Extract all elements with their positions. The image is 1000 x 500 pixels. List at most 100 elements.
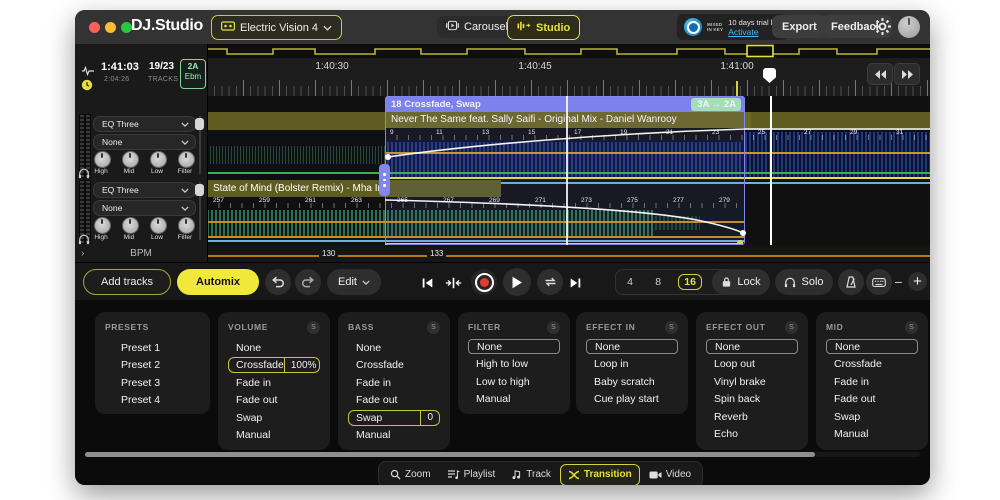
minimize-window-button[interactable] (105, 22, 116, 33)
timeline-lanes[interactable]: 18 Crossfade, Swap 3A → 2A Never The Sam… (207, 96, 930, 245)
filter-high-to-low-item[interactable]: High to low (468, 355, 560, 373)
timeline-ruler[interactable]: 1:40:30 1:40:45 1:41:00 (207, 58, 930, 97)
volume-fade-in-item[interactable]: Fade in (228, 374, 320, 392)
fade-out-curve[interactable] (385, 200, 743, 233)
lock-button[interactable]: Lock (712, 269, 770, 295)
effect-in-baby-scratch-item[interactable]: Baby scratch (586, 373, 678, 391)
fade-out-end-node[interactable] (740, 230, 746, 236)
tab-transition[interactable]: Transition (560, 464, 640, 486)
fade-curves[interactable] (207, 96, 930, 245)
skip-to-end-button[interactable] (569, 276, 582, 294)
preset-2-item[interactable]: Preset 2 (105, 357, 200, 375)
mid-swap-item[interactable]: Swap (826, 408, 918, 426)
solo-badge[interactable]: S (905, 321, 918, 334)
solo-badge[interactable]: S (665, 321, 678, 334)
skip-to-start-button[interactable] (421, 276, 434, 294)
metronome-button[interactable] (838, 269, 864, 295)
solo-button[interactable]: Solo (775, 269, 833, 295)
fade-in-curve[interactable] (388, 129, 930, 157)
mid-crossfade-item[interactable]: Crossfade (826, 355, 918, 373)
loop-option-4[interactable]: 4 (622, 275, 638, 289)
studio-button[interactable]: Studio (507, 15, 580, 40)
fast-forward-button[interactable] (894, 63, 920, 85)
solo-badge[interactable]: S (427, 321, 440, 334)
effect-out-spin-back-item[interactable]: Spin back (706, 390, 798, 408)
add-tracks-button[interactable]: Add tracks (83, 269, 171, 295)
redo-button[interactable] (295, 269, 321, 295)
tab-playlist[interactable]: Playlist (440, 465, 503, 485)
tab-track[interactable]: Track (504, 465, 558, 485)
preset-4-item[interactable]: Preset 4 (105, 392, 200, 410)
loop-toggle-button[interactable] (537, 269, 563, 295)
deck-b-filter-knob[interactable] (178, 217, 195, 234)
bpm-lane[interactable]: 130 133 (207, 248, 930, 262)
tab-video[interactable]: Video (642, 465, 698, 485)
mid-fade-out-item[interactable]: Fade out (826, 390, 918, 408)
panel-scrollbar-track[interactable] (85, 452, 920, 457)
undo-button[interactable] (265, 269, 291, 295)
volume-manual-item[interactable]: Manual (228, 427, 320, 445)
bass-swap-value[interactable]: 0 (420, 411, 439, 425)
effect-out-reverb-item[interactable]: Reverb (706, 408, 798, 426)
split-at-playhead-button[interactable] (445, 276, 462, 294)
deck-a-low-knob[interactable] (150, 151, 167, 168)
loop-option-16[interactable]: 16 (678, 274, 702, 290)
minimap-viewport-bracket[interactable] (747, 46, 773, 57)
volume-crossfade-item[interactable]: Crossfade100% (228, 357, 320, 373)
playhead-line[interactable] (770, 96, 772, 245)
export-button[interactable]: Export (772, 15, 827, 38)
effect-in-cue-play-start-item[interactable]: Cue play start (586, 390, 678, 408)
preset-3-item[interactable]: Preset 3 (105, 374, 200, 392)
volume-swap-item[interactable]: Swap (228, 409, 320, 427)
filter-manual-item[interactable]: Manual (468, 390, 560, 408)
volume-fade-out-item[interactable]: Fade out (228, 392, 320, 410)
close-window-button[interactable] (89, 22, 100, 33)
fade-in-start-node[interactable] (385, 154, 391, 160)
deck-a-eq-select[interactable]: EQ Three (93, 116, 196, 132)
keyboard-shortcuts-button[interactable] (866, 269, 892, 295)
deck-b-volume-handle[interactable] (195, 184, 204, 196)
play-button[interactable] (503, 268, 531, 296)
mid-none-item[interactable]: None (826, 339, 918, 354)
bass-fade-out-item[interactable]: Fade out (348, 392, 440, 410)
effect-out-vinyl-brake-item[interactable]: Vinyl brake (706, 373, 798, 391)
automix-button[interactable]: Automix (177, 269, 259, 295)
bass-swap-item[interactable]: Swap0 (348, 410, 440, 426)
deck-a-high-knob[interactable] (94, 151, 111, 168)
rewind-button[interactable] (867, 63, 893, 85)
deck-a-volume-handle[interactable] (195, 118, 204, 130)
carousel-button[interactable]: Carousel (437, 16, 517, 38)
record-button[interactable] (471, 269, 497, 295)
deck-b-effect-select[interactable]: None (93, 200, 196, 216)
preset-1-item[interactable]: Preset 1 (105, 339, 200, 357)
mid-fade-in-item[interactable]: Fade in (826, 373, 918, 391)
volume-crossfade-value[interactable]: 100% (284, 358, 323, 372)
solo-badge[interactable]: S (785, 321, 798, 334)
deck-b-mid-knob[interactable] (122, 217, 139, 234)
bass-crossfade-item[interactable]: Crossfade (348, 357, 440, 375)
solo-badge[interactable]: S (307, 321, 320, 334)
bass-manual-item[interactable]: Manual (348, 427, 440, 445)
deck-a-effect-select[interactable]: None (93, 134, 196, 150)
effect-out-echo-item[interactable]: Echo (706, 425, 798, 443)
deck-a-filter-knob[interactable] (178, 151, 195, 168)
deck-b-eq-select[interactable]: EQ Three (93, 182, 196, 198)
edit-menu-button[interactable]: Edit (327, 269, 381, 295)
volume-none-item[interactable]: None (228, 339, 320, 357)
project-selector[interactable]: Electric Vision 4 (211, 15, 342, 40)
deck-b-low-knob[interactable] (150, 217, 167, 234)
bass-fade-in-item[interactable]: Fade in (348, 374, 440, 392)
effect-out-none-item[interactable]: None (706, 339, 798, 354)
user-avatar[interactable] (898, 16, 920, 38)
zoom-in-button[interactable]: + (908, 272, 927, 291)
settings-gear-icon[interactable] (873, 17, 892, 41)
loop-option-8[interactable]: 8 (650, 275, 666, 289)
zoom-out-button[interactable]: − (890, 273, 907, 290)
effect-in-loop-in-item[interactable]: Loop in (586, 355, 678, 373)
solo-badge[interactable]: S (547, 321, 560, 334)
bass-none-item[interactable]: None (348, 339, 440, 357)
filter-none-item[interactable]: None (468, 339, 560, 354)
effect-out-loop-out-item[interactable]: Loop out (706, 355, 798, 373)
deck-a-mid-knob[interactable] (122, 151, 139, 168)
filter-low-to-high-item[interactable]: Low to high (468, 373, 560, 391)
